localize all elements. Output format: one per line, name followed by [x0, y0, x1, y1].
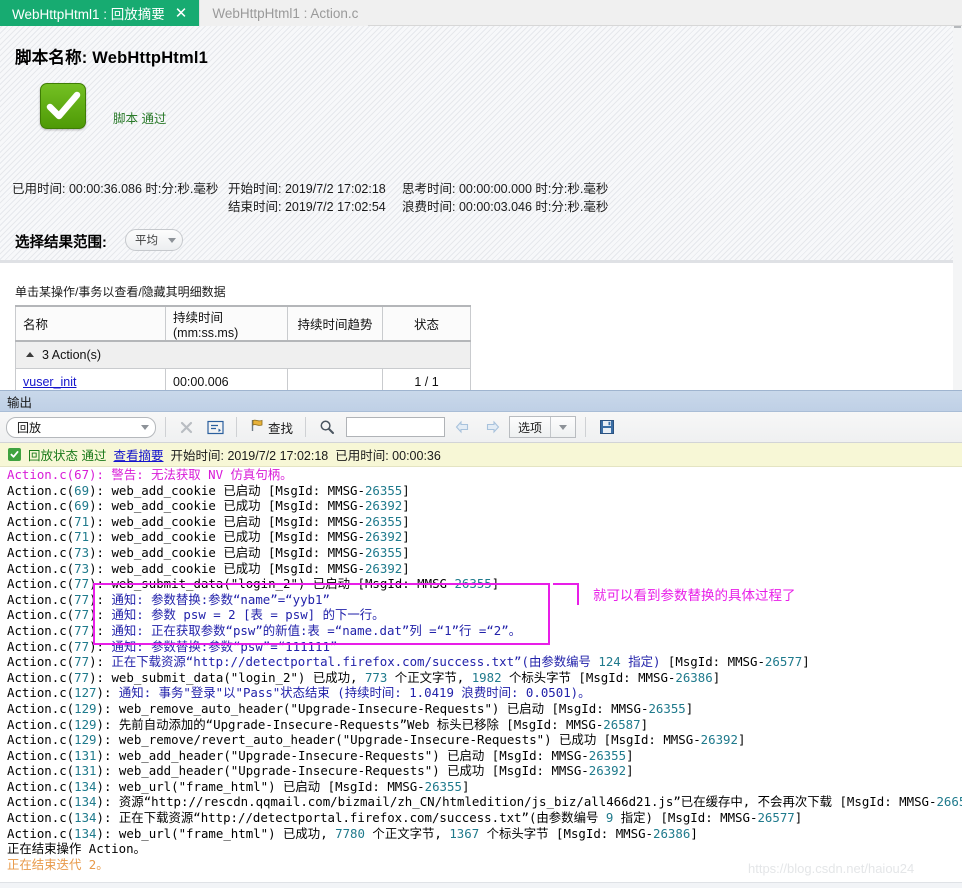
tab-action-c[interactable]: WebHttpHtml1 : Action.c: [199, 0, 369, 26]
next-arrow-icon[interactable]: [480, 416, 503, 439]
log-line: Action.c(71): web_add_cookie 已成功 [MsgId:…: [7, 529, 410, 545]
toolbar-divider: [165, 417, 166, 437]
summary-divider: [0, 260, 962, 263]
output-title-label: 输出: [7, 395, 33, 410]
tab-label: WebHttpHtml1 : Action.c: [212, 5, 359, 21]
summary-pane: 脚本名称: WebHttpHtml1 脚本 通过 已用时间: 00:00:36.…: [0, 26, 962, 390]
scope-dropdown[interactable]: 平均: [125, 229, 183, 251]
check-icon: [8, 448, 21, 461]
log-line: Action.c(73): web_add_cookie 已成功 [MsgId:…: [7, 560, 410, 576]
scope-value: 平均: [135, 235, 158, 247]
log-line: Action.c(127): 通知: 事务"登录"以"Pass"状态结束 (持续…: [7, 685, 591, 701]
row-trend-sparkline: [287, 367, 383, 390]
summary-scrollbar[interactable]: [953, 26, 962, 390]
col-status[interactable]: 状态: [382, 305, 471, 342]
log-line: Action.c(77): 通知: 参数替换:参数“name”=“yyb1”: [7, 591, 330, 607]
log-line: Action.c(131): web_add_header("Upgrade-I…: [7, 747, 634, 763]
log-line: Action.c(77): 通知: 参数替换:参数“psw”=“111111”: [7, 638, 338, 654]
log-line: Action.c(129): web_remove_auto_header("U…: [7, 700, 694, 716]
close-icon[interactable]: ✕: [173, 6, 190, 21]
row-link-vuser-init[interactable]: vuser_init: [23, 375, 77, 389]
view-summary-link[interactable]: 查看摘要: [113, 445, 163, 464]
toolbar-divider: [305, 417, 307, 437]
replay-start-time: 开始时间: 2019/7/2 17:02:18: [170, 449, 329, 463]
log-line: Action.c(77): 通知: 正在获取参数“psw”的新值:表 =“nam…: [7, 622, 522, 638]
toolbar-divider: [236, 417, 237, 437]
tab-bar: WebHttpHtml1 : 回放摘要 ✕ WebHttpHtml1 : Act…: [0, 0, 962, 26]
green-check-icon: [40, 83, 86, 129]
log-line: Action.c(69): web_add_cookie 已启动 [MsgId:…: [7, 482, 410, 498]
replay-elapsed-time: 已用时间: 00:00:36: [335, 449, 441, 463]
tab-replay-summary[interactable]: WebHttpHtml1 : 回放摘要 ✕: [0, 0, 200, 26]
row-duration: 00:00.006: [165, 367, 288, 390]
log-line: 正在结束操作 Action。: [7, 841, 146, 857]
group-label: 3 Action(s): [42, 347, 102, 362]
start-time: 开始时间: 2019/7/2 17:02:18: [228, 182, 386, 196]
chevron-down-icon: [141, 424, 149, 430]
flag-icon: [249, 418, 265, 436]
search-input[interactable]: [346, 417, 446, 437]
replay-summary-window: WebHttpHtml1 : 回放摘要 ✕ WebHttpHtml1 : Act…: [0, 0, 962, 888]
log-line: Action.c(69): web_add_cookie 已成功 [MsgId:…: [7, 498, 410, 514]
waste-time: 浪费时间: 00:00:03.046 时:分:秒.毫秒: [402, 200, 609, 214]
save-icon[interactable]: [595, 416, 618, 439]
summary-scrollbar-thumb[interactable]: [954, 26, 961, 28]
log-line: Action.c(134): 资源“http://rescdn.qqmail.c…: [7, 794, 962, 810]
row-status: 1 / 1: [382, 367, 471, 390]
options-label: 选项: [518, 420, 543, 435]
table-header: 名称 持续时间(mm:ss.ms) 持续时间趋势 状态: [15, 305, 471, 342]
col-trend[interactable]: 持续时间趋势: [287, 305, 383, 342]
log-line: Action.c(134): 正在下载资源“http://detectporta…: [7, 810, 803, 826]
tab-label: WebHttpHtml1 : 回放摘要: [12, 7, 165, 22]
chevron-up-icon[interactable]: [26, 352, 34, 358]
magnifier-icon[interactable]: [315, 416, 338, 439]
log-output[interactable]: Action.c(67): 警告: 无法获取 NV 仿真句柄。 Action.c(…: [0, 467, 962, 871]
elapsed-time: 已用时间: 00:00:36.086 时:分:秒.毫秒: [12, 182, 219, 196]
table-group-row[interactable]: 3 Action(s): [15, 340, 471, 369]
options-button[interactable]: 选项: [509, 416, 577, 438]
chevron-down-icon: [168, 237, 176, 243]
log-line: Action.c(71): web_add_cookie 已启动 [MsgId:…: [7, 513, 410, 529]
replay-status-text: 回放状态 通过: [28, 449, 107, 463]
log-line: Action.c(73): web_add_cookie 已启动 [MsgId:…: [7, 544, 410, 560]
watermark: https://blog.csdn.net/haiou24: [748, 861, 915, 876]
group-cell[interactable]: 3 Action(s): [15, 340, 471, 369]
output-panel: 输出 回放 查找 选项 回放状态 通过 查看摘要 开始时间: 2019/7/2 …: [0, 390, 962, 888]
table-hint: 单击某操作/事务以查看/隐藏其明细数据: [15, 285, 226, 299]
find-button[interactable]: 查找: [246, 416, 296, 439]
log-line: Action.c(77): web_submit_data("login_2")…: [7, 576, 500, 592]
col-duration[interactable]: 持续时间(mm:ss.ms): [165, 305, 288, 342]
log-source-value: 回放: [17, 420, 42, 435]
log-line: Action.c(134): web_url("frame_html") 已成功…: [7, 825, 698, 841]
bottom-status-bar: [0, 882, 962, 888]
scope-label: 选择结果范围:: [15, 235, 107, 251]
wrap-text-icon[interactable]: [204, 416, 227, 439]
log-line: Action.c(129): 先前自动添加的“Upgrade-Insecure-…: [7, 716, 649, 732]
page-title: 脚本名称: WebHttpHtml1: [15, 49, 209, 67]
toolbar-divider: [585, 417, 587, 437]
chevron-down-icon[interactable]: [551, 424, 575, 430]
log-line: Action.c(77): web_submit_data("login_2")…: [7, 669, 721, 685]
results-table: 名称 持续时间(mm:ss.ms) 持续时间趋势 状态 3 Action(s): [15, 305, 471, 390]
output-panel-title: 输出: [0, 390, 962, 412]
log-line: Action.c(77): 正在下载资源“http://detectportal…: [7, 654, 810, 670]
log-line: Action.c(77): 通知: 参数 psw = 2 [表 = psw] 的…: [7, 607, 385, 623]
log-line: Action.c(67): 警告: 无法获取 NV 仿真句柄。: [7, 467, 293, 482]
table-row[interactable]: vuser_init 00:00.006 1 / 1: [15, 367, 471, 390]
find-label: 查找: [268, 421, 294, 436]
status-badge: 脚本 通过: [113, 112, 167, 126]
think-time: 思考时间: 00:00:00.000 时:分:秒.毫秒: [402, 182, 609, 196]
prev-arrow-icon[interactable]: [451, 416, 474, 439]
log-line: Action.c(134): web_url("frame_html") 已启动…: [7, 778, 470, 794]
replay-status-strip: 回放状态 通过 查看摘要 开始时间: 2019/7/2 17:02:18 已用时…: [0, 443, 962, 467]
output-toolbar: 回放 查找 选项: [0, 412, 962, 443]
clear-icon[interactable]: [175, 416, 198, 439]
log-source-dropdown[interactable]: 回放: [6, 416, 156, 438]
log-line: Action.c(129): web_remove/revert_auto_he…: [7, 732, 746, 748]
end-time: 结束时间: 2019/7/2 17:02:54: [228, 200, 386, 214]
col-name[interactable]: 名称: [15, 305, 166, 342]
annotation-text: 就可以看到参数替换的具体过程了: [593, 588, 796, 603]
log-line: Action.c(131): web_add_header("Upgrade-I…: [7, 763, 634, 779]
